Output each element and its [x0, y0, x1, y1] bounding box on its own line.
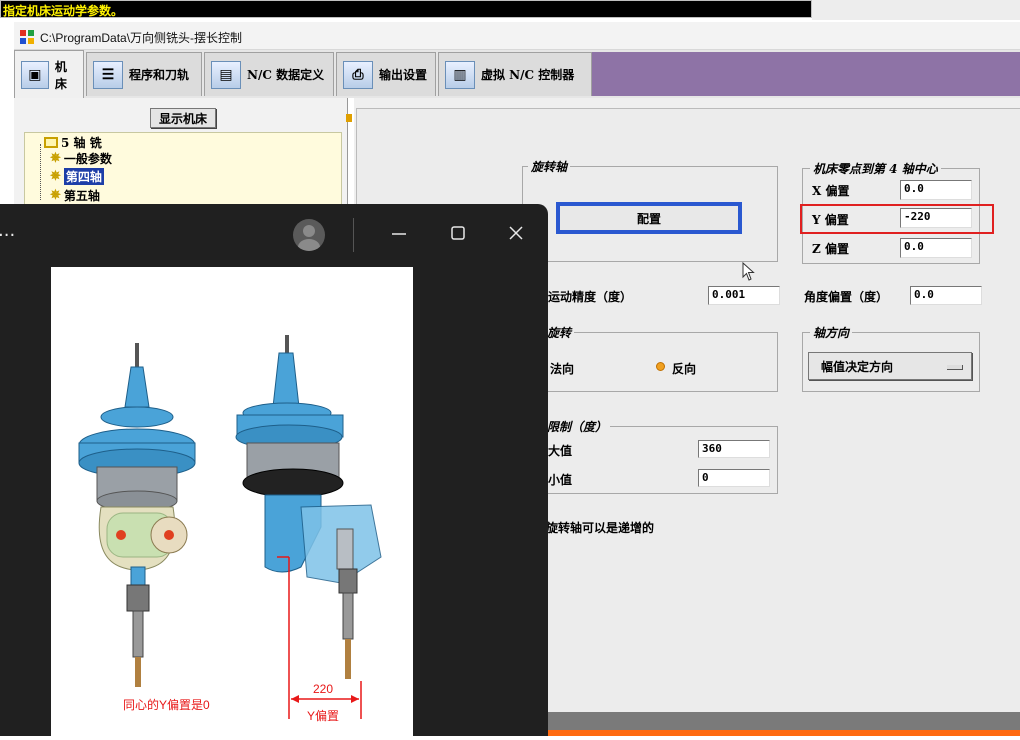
- tab-output[interactable]: ⎙ 输出设置: [336, 52, 436, 96]
- spindle-head-illustration: 同心的Y偏置是0 220 Y偏置: [51, 267, 413, 736]
- concentric-annotation: 同心的Y偏置是0: [123, 698, 210, 712]
- window-title: 指定机床运动学参数。: [3, 4, 124, 18]
- angle-offset-field[interactable]: 0.0: [910, 286, 982, 305]
- folder-icon: [44, 137, 58, 148]
- min-label: 小值: [548, 473, 573, 487]
- path-bar: C:\ProgramData\万向侧铣头-摆长控制: [14, 22, 1020, 50]
- tree-connector: [40, 144, 41, 200]
- tab-virtual-controller[interactable]: ▥ 虚拟 N/C 控制器: [438, 52, 592, 96]
- avatar[interactable]: [293, 219, 325, 251]
- axis-direction-group-label: 轴方向: [810, 324, 853, 341]
- tree-node-icon: ✵: [50, 169, 61, 184]
- tab-label: 机床: [54, 59, 67, 91]
- dimension-label: Y偏置: [307, 709, 340, 723]
- dropdown-indicator-icon: [947, 365, 963, 370]
- limits-group-label: 限制（度）: [544, 418, 611, 435]
- rotary-axis-group-label: 旋转轴: [528, 158, 571, 175]
- rotation-group-label: 旋转: [544, 324, 575, 341]
- tab-program[interactable]: ☰ 程序和刀轨: [86, 52, 202, 96]
- taskbar-accent: [546, 730, 1020, 736]
- close-icon[interactable]: [507, 224, 525, 242]
- zero-to-center-group-label: 机床零点到第 4 轴中心: [810, 160, 941, 177]
- axis-direction-dropdown[interactable]: 幅值决定方向: [808, 352, 972, 380]
- printer-icon: ⎙: [343, 60, 373, 89]
- tab-label: 程序和刀轨: [129, 68, 190, 82]
- z-offset-field[interactable]: 0.0: [900, 238, 972, 258]
- viewer-divider: [353, 218, 354, 252]
- incremental-checkbox-label[interactable]: 旋转轴可以是递增的: [546, 519, 654, 536]
- tree-root[interactable]: 5 轴 铣: [44, 134, 102, 151]
- configure-button[interactable]: 配置: [556, 202, 742, 234]
- show-machine-button[interactable]: 显示机床: [150, 108, 216, 128]
- max-label: 大值: [548, 444, 573, 458]
- z-offset-label: Z 偏置: [812, 242, 849, 256]
- minimize-icon[interactable]: [390, 224, 408, 242]
- tab-machine[interactable]: ▣ 机床: [14, 50, 84, 98]
- controller-icon: ▥: [445, 60, 475, 89]
- machine-icon: ▣: [21, 60, 49, 89]
- program-icon: ☰: [93, 60, 123, 89]
- viewer-menu-button[interactable]: ...: [0, 222, 15, 240]
- reverse-radio-dot[interactable]: [656, 362, 665, 371]
- motion-precision-label: 运动精度（度）: [548, 290, 633, 304]
- tree-item-fourth-axis[interactable]: ✵ 第四轴: [50, 168, 104, 185]
- y-offset-highlight: [800, 204, 994, 234]
- tree-item-general[interactable]: ✵ 一般参数: [50, 150, 112, 167]
- offset-head: [235, 335, 382, 679]
- concentric-head: [78, 343, 196, 687]
- pane-splitter[interactable]: [346, 114, 352, 122]
- tab-label: 虚拟 N/C 控制器: [481, 68, 575, 82]
- reverse-radio[interactable]: 反向: [672, 360, 696, 377]
- spindle-heads-drawing: [78, 335, 382, 719]
- maximize-icon[interactable]: [449, 224, 467, 242]
- min-field[interactable]: 0: [698, 469, 770, 487]
- x-offset-label: X 偏置: [812, 184, 850, 198]
- dimension-value: 220: [313, 682, 334, 696]
- title-strip: [812, 0, 1020, 20]
- tree-node-icon: ✵: [50, 151, 61, 166]
- normal-radio[interactable]: 法向: [550, 360, 574, 377]
- max-field[interactable]: 360: [698, 440, 770, 458]
- nc-data-icon: ▤: [211, 60, 241, 89]
- tab-nc-data[interactable]: ▤ N/C 数据定义: [204, 52, 334, 96]
- mouse-cursor-icon: [742, 262, 755, 281]
- tab-label: N/C 数据定义: [247, 68, 325, 82]
- file-path: C:\ProgramData\万向侧铣头-摆长控制: [40, 31, 243, 45]
- x-offset-field[interactable]: 0.0: [900, 180, 972, 200]
- app-title-bar: 指定机床运动学参数。: [0, 0, 812, 18]
- motion-precision-field[interactable]: 0.001: [708, 286, 780, 305]
- tree-item-fifth-axis[interactable]: ✵ 第五轴: [50, 187, 100, 204]
- tree-node-icon: ✵: [50, 188, 61, 203]
- angle-offset-label: 角度偏置（度）: [804, 290, 889, 304]
- tab-bar-fill: [592, 52, 1020, 96]
- app-icon: [20, 30, 34, 44]
- tab-label: 输出设置: [379, 68, 428, 82]
